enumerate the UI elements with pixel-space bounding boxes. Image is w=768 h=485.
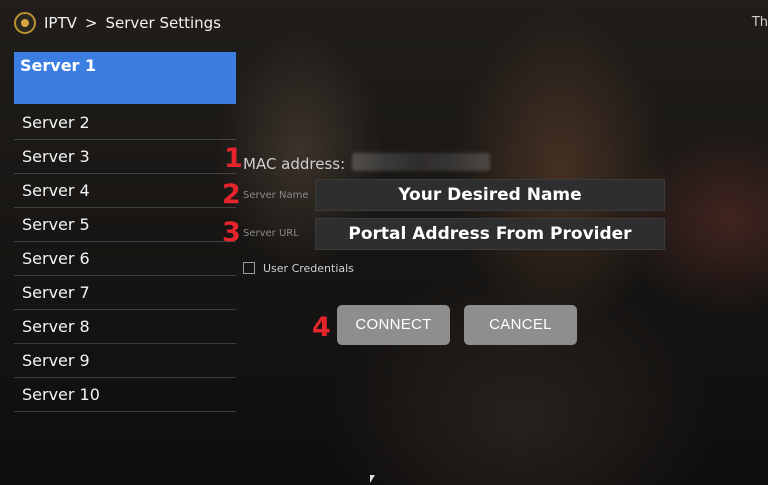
server-item-1[interactable]: Server 1	[14, 52, 236, 104]
corner-text: Th	[751, 15, 768, 30]
server-url-input[interactable]	[315, 218, 665, 250]
step-marker-1: 1	[224, 143, 243, 174]
mouse-cursor-icon	[370, 475, 375, 483]
breadcrumb-page: Server Settings	[105, 14, 221, 32]
server-list: Server 1 Server 2 Server 3 Server 4 Serv…	[14, 52, 236, 412]
server-item-10[interactable]: Server 10	[14, 378, 236, 412]
server-item-8[interactable]: Server 8	[14, 310, 236, 344]
user-credentials-checkbox[interactable]	[243, 262, 255, 274]
breadcrumb-app[interactable]: IPTV	[44, 14, 77, 32]
server-item-9[interactable]: Server 9	[14, 344, 236, 378]
server-item-2[interactable]: Server 2	[14, 106, 236, 140]
server-item-4[interactable]: Server 4	[14, 174, 236, 208]
cancel-button[interactable]: CANCEL	[464, 305, 577, 345]
step-marker-4: 4	[312, 312, 331, 343]
server-item-5[interactable]: Server 5	[14, 208, 236, 242]
user-credentials-label[interactable]: User Credentials	[263, 262, 354, 275]
app-logo-icon	[14, 12, 36, 34]
server-name-input[interactable]	[315, 179, 665, 211]
connect-button[interactable]: CONNECT	[337, 305, 450, 345]
server-item-7[interactable]: Server 7	[14, 276, 236, 310]
top-bar: IPTV > Server Settings	[14, 10, 221, 36]
server-item-3[interactable]: Server 3	[14, 140, 236, 174]
mac-address-label: MAC address:	[243, 155, 346, 173]
server-item-6[interactable]: Server 6	[14, 242, 236, 276]
breadcrumb-separator: >	[84, 14, 98, 32]
server-url-label: Server URL	[243, 228, 299, 239]
mac-address-value-blurred	[352, 153, 490, 171]
step-marker-3: 3	[222, 217, 241, 248]
server-name-label: Server Name	[243, 190, 309, 201]
step-marker-2: 2	[222, 179, 241, 210]
